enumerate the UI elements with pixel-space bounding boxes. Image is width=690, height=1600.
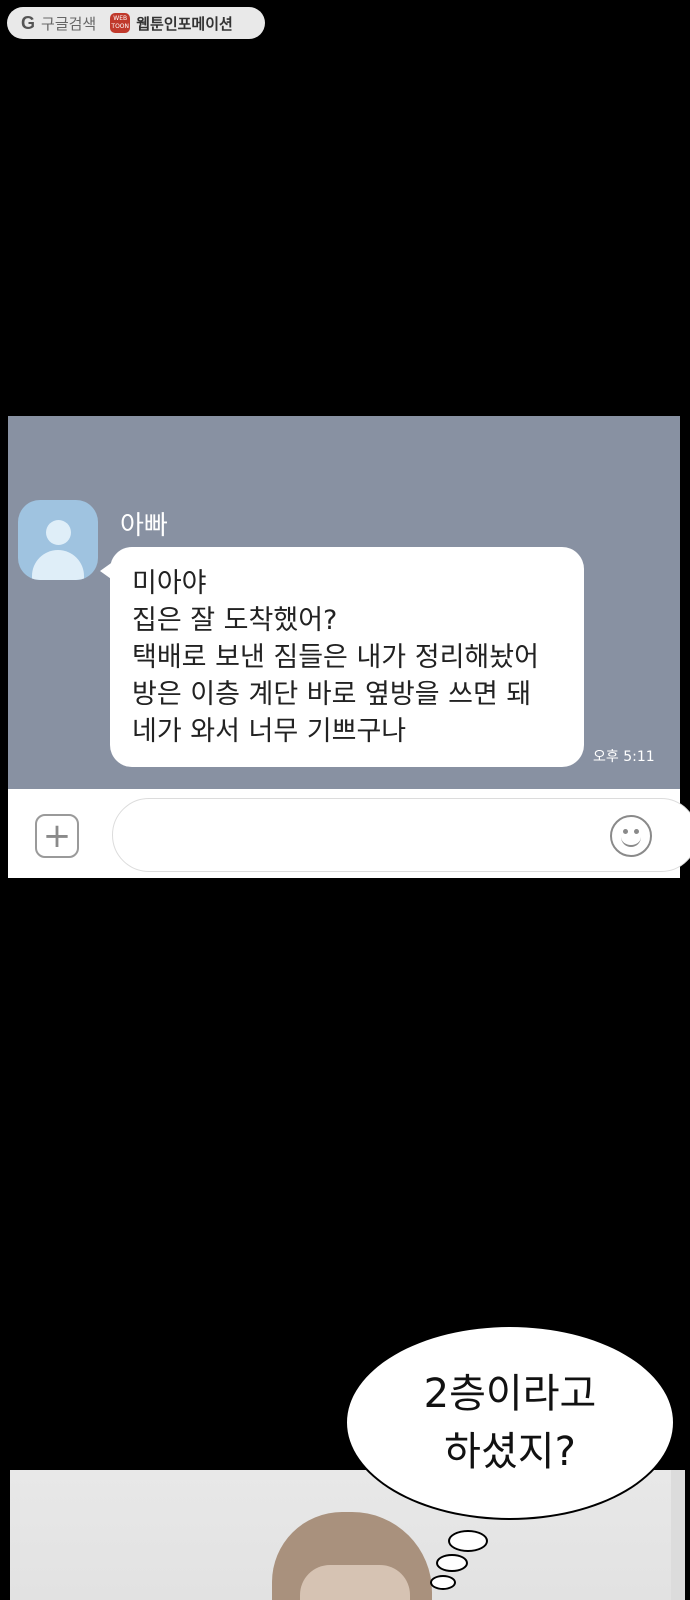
avatar bbox=[18, 500, 98, 580]
speech-bubble: 2층이라고 하셨지? bbox=[345, 1325, 675, 1520]
character-face bbox=[300, 1565, 410, 1600]
google-icon: G bbox=[21, 12, 36, 33]
message-input[interactable] bbox=[112, 798, 690, 872]
message-timestamp: 오후 5:11 bbox=[593, 749, 655, 765]
message-line: 집은 잘 도착했어? bbox=[132, 605, 338, 636]
thought-puff bbox=[430, 1575, 456, 1590]
message-line: 택배로 보낸 짐들은 내가 정리해놨어 bbox=[132, 642, 539, 673]
message-line: 미아야 bbox=[132, 568, 207, 599]
speech-line: 2층이라고 bbox=[423, 1370, 597, 1417]
attach-plus-button[interactable]: + bbox=[35, 814, 79, 858]
message-bubble: 미아야 집은 잘 도착했어? 택배로 보낸 짐들은 내가 정리해놨어 방은 이층… bbox=[100, 547, 584, 767]
search-badge[interactable]: G 구글검색 WEB TOON 웹툰인포메이션 bbox=[7, 7, 265, 39]
speech-line: 하셨지? bbox=[444, 1428, 576, 1475]
emoji-smile-icon bbox=[621, 831, 641, 847]
avatar-head-icon bbox=[46, 520, 71, 545]
message-line: 네가 와서 너무 기쁘구나 bbox=[132, 716, 407, 747]
webtoon-info-label: 웹툰인포메이션 bbox=[136, 14, 233, 33]
emoji-button[interactable] bbox=[610, 815, 652, 857]
sender-name: 아빠 bbox=[120, 511, 168, 541]
avatar-body-icon bbox=[32, 550, 84, 580]
google-search-label: 구글검색 bbox=[41, 14, 97, 33]
thought-puff bbox=[436, 1554, 468, 1572]
message-line: 방은 이층 계단 바로 옆방을 쓰면 돼 bbox=[132, 679, 532, 710]
webtoon-logo-icon: WEB TOON bbox=[110, 13, 131, 33]
thought-puff bbox=[448, 1530, 488, 1552]
scene-wall bbox=[671, 1470, 685, 1600]
